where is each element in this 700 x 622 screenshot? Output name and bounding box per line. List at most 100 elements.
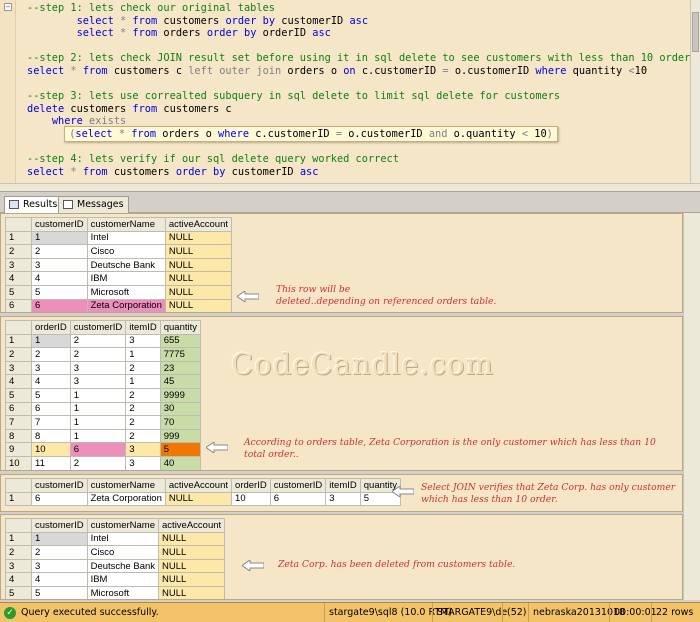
table-cell[interactable]: 1 xyxy=(31,333,71,349)
table-cell[interactable]: 3 xyxy=(31,360,71,376)
table-cell[interactable]: Deutsche Bank xyxy=(86,558,160,574)
column-header[interactable]: orderID xyxy=(231,478,271,493)
code-line[interactable]: --step 2: lets check JOIN result set bef… xyxy=(27,52,690,65)
column-header[interactable]: customerID xyxy=(31,478,88,493)
table-cell[interactable]: 6 xyxy=(31,491,88,507)
table-cell[interactable]: 70 xyxy=(159,415,202,430)
table-cell[interactable]: 999 xyxy=(159,428,202,444)
table-cell[interactable]: 6 xyxy=(269,491,327,507)
row-number[interactable]: 4 xyxy=(5,271,32,286)
code-line[interactable]: select * from customers order by custome… xyxy=(27,15,690,28)
row-number[interactable]: 3 xyxy=(5,257,32,273)
table-cell[interactable]: 23 xyxy=(159,360,202,376)
table-cell[interactable]: 2 xyxy=(31,244,88,259)
table-row[interactable]: 10 11 2 3 40 xyxy=(5,455,202,470)
row-number[interactable]: 5 xyxy=(5,387,32,403)
table-cell[interactable]: NULL xyxy=(158,531,226,547)
column-header[interactable]: quantity xyxy=(159,320,202,335)
table-cell[interactable]: Microsoft xyxy=(86,284,166,300)
table-row[interactable]: 4 4 IBM NULL xyxy=(5,271,233,286)
join-grid[interactable]: customerID customerName activeAccount order… xyxy=(5,478,402,507)
table-cell[interactable]: 7775 xyxy=(159,347,202,362)
table-cell[interactable]: 6 xyxy=(69,442,127,457)
table-cell[interactable]: Deutsche Bank xyxy=(86,257,166,273)
tab-messages[interactable]: Messages xyxy=(58,196,129,213)
table-cell[interactable]: 2 xyxy=(125,415,161,430)
table-cell[interactable]: 2 xyxy=(125,360,161,376)
table-cell[interactable]: 7 xyxy=(31,415,71,430)
row-number[interactable]: 5 xyxy=(5,585,32,599)
column-header[interactable]: customerID xyxy=(69,320,127,335)
table-cell[interactable]: 2 xyxy=(31,545,88,560)
code-line[interactable]: (select * from orders o where c.customer… xyxy=(27,125,690,142)
code-line[interactable]: select * from orders order by orderID as… xyxy=(27,27,690,40)
row-number[interactable]: 3 xyxy=(5,360,32,376)
editor-horizontal-scrollbar[interactable] xyxy=(0,183,700,191)
grid-corner[interactable] xyxy=(5,478,32,493)
collapse-icon[interactable]: − xyxy=(4,3,12,11)
grid-corner[interactable] xyxy=(5,320,32,335)
row-number[interactable]: 2 xyxy=(5,347,32,362)
table-cell[interactable]: 30 xyxy=(159,401,202,417)
table-cell[interactable]: Zeta Corporation xyxy=(86,298,166,312)
table-cell[interactable]: 45 xyxy=(159,374,202,389)
table-cell[interactable]: IBM xyxy=(86,271,166,286)
grid-corner[interactable] xyxy=(5,518,32,533)
table-cell[interactable]: 2 xyxy=(69,455,127,470)
table-cell[interactable]: 2 xyxy=(69,347,127,362)
table-cell[interactable]: 40 xyxy=(159,455,202,470)
row-number[interactable]: 1 xyxy=(5,230,32,246)
table-cell[interactable]: 10 xyxy=(231,491,271,507)
row-number[interactable]: 2 xyxy=(5,545,32,560)
column-header[interactable]: activeAccount xyxy=(158,518,226,533)
table-cell[interactable]: NULL xyxy=(164,491,233,507)
table-cell[interactable]: 3 xyxy=(125,455,161,470)
table-row[interactable]: 4 4 IBM NULL xyxy=(5,572,226,587)
row-number[interactable]: 7 xyxy=(5,415,32,430)
table-row[interactable]: 3 3 3 2 23 xyxy=(5,360,202,376)
table-cell[interactable]: 2 xyxy=(31,347,71,362)
table-cell[interactable]: 1 xyxy=(69,401,127,417)
column-header[interactable]: customerName xyxy=(86,518,160,533)
column-header[interactable]: activeAccount xyxy=(164,217,233,232)
row-number[interactable]: 1 xyxy=(5,531,32,547)
table-cell[interactable]: 4 xyxy=(31,374,71,389)
table-cell[interactable]: 5 xyxy=(159,442,202,457)
code-line[interactable]: --step 4: lets verify if our sql delete … xyxy=(27,153,690,166)
table-cell[interactable]: NULL xyxy=(164,298,233,312)
table-row[interactable]: 6 6 1 2 30 xyxy=(5,401,202,417)
table-row[interactable]: 7 7 1 2 70 xyxy=(5,415,202,430)
column-header[interactable]: itemID xyxy=(125,320,161,335)
table-cell[interactable]: Cisco xyxy=(86,244,166,259)
table-cell[interactable]: 3 xyxy=(69,374,127,389)
table-cell[interactable]: Cisco xyxy=(86,545,160,560)
table-cell[interactable]: 3 xyxy=(125,333,161,349)
table-cell[interactable]: 5 xyxy=(31,387,71,403)
table-cell[interactable]: Zeta Corporation xyxy=(86,491,166,507)
table-cell[interactable]: IBM xyxy=(86,572,160,587)
table-cell[interactable]: NULL xyxy=(164,244,233,259)
grid-corner[interactable] xyxy=(5,217,32,232)
row-number[interactable]: 4 xyxy=(5,572,32,587)
table-cell[interactable]: 10 xyxy=(31,442,71,457)
row-number[interactable]: 1 xyxy=(5,491,32,507)
column-header[interactable]: itemID xyxy=(325,478,361,493)
table-cell[interactable]: Intel xyxy=(86,531,160,547)
column-header[interactable]: customerID xyxy=(269,478,327,493)
table-row[interactable]: 6 6 Zeta Corporation NULL xyxy=(5,298,233,312)
table-row[interactable]: 3 3 Deutsche Bank NULL xyxy=(5,558,226,574)
row-number[interactable]: 3 xyxy=(5,558,32,574)
table-cell[interactable]: 3 xyxy=(325,491,361,507)
code-line[interactable]: --step 3: lets use correalted subquery i… xyxy=(27,90,690,103)
column-header[interactable]: customerName xyxy=(86,478,166,493)
column-header[interactable]: activeAccount xyxy=(164,478,233,493)
table-row[interactable]: 1 6 Zeta Corporation NULL 10 6 3 5 xyxy=(5,491,402,507)
orders-grid[interactable]: orderID customerID itemID quantity 1 1 2 3 655 2 2… xyxy=(5,320,202,470)
table-row[interactable]: 2 2 2 1 7775 xyxy=(5,347,202,362)
table-cell[interactable]: 2 xyxy=(69,333,127,349)
scroll-thumb[interactable] xyxy=(692,12,699,52)
customers-grid[interactable]: customerID customerName activeAccount 1 1 Int… xyxy=(5,217,233,312)
table-cell[interactable]: 1 xyxy=(69,415,127,430)
table-cell[interactable]: 655 xyxy=(159,333,202,349)
tab-results[interactable]: Results xyxy=(4,196,63,213)
